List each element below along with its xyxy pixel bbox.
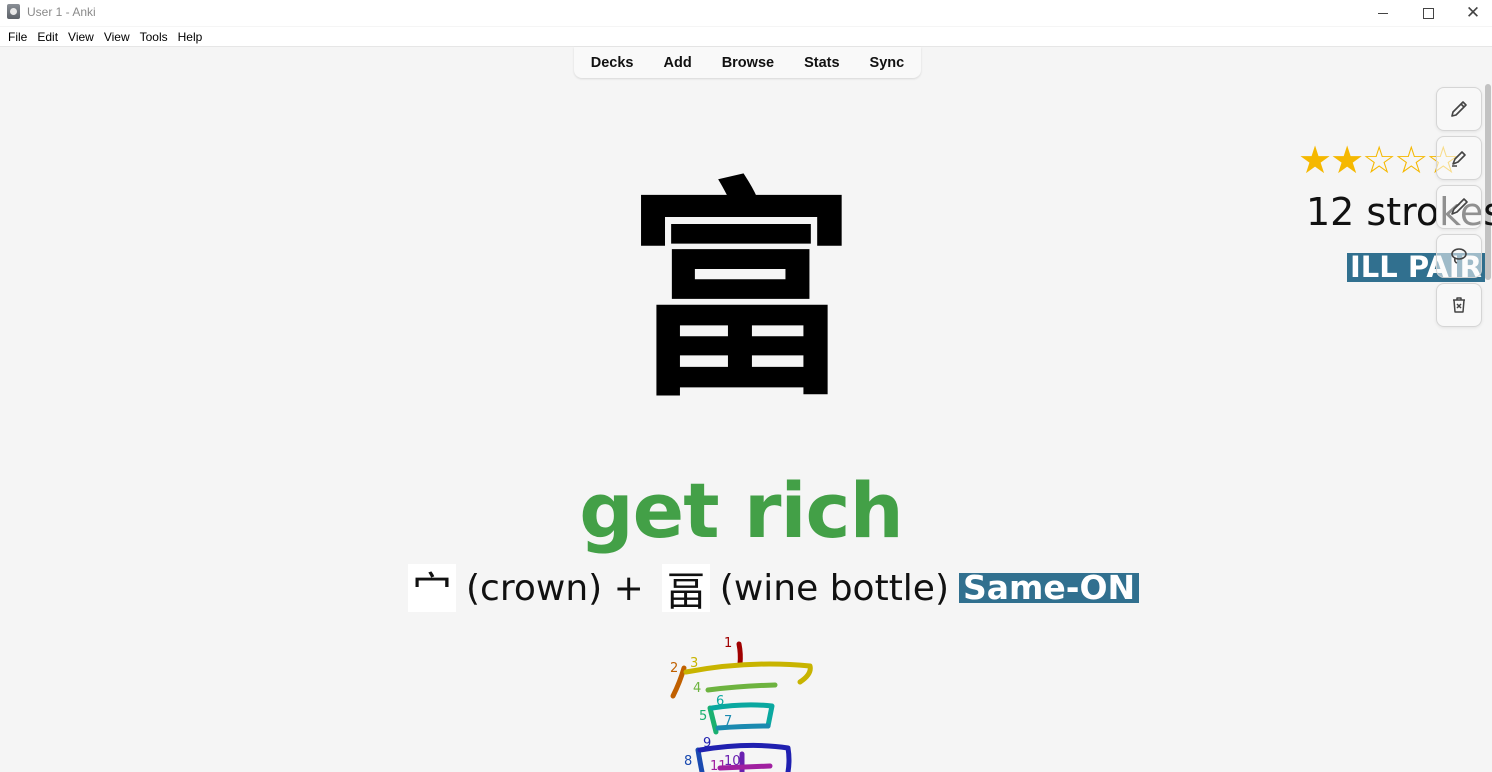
- pencil-icon: [1451, 101, 1467, 117]
- highlighter-tool-button[interactable]: [1436, 136, 1482, 180]
- browse-link[interactable]: Browse: [707, 55, 789, 71]
- menu-view-2[interactable]: View: [104, 27, 130, 46]
- stroke-number-8: 8: [684, 754, 692, 769]
- stats-link[interactable]: Stats: [789, 55, 854, 71]
- stroke-number-2: 2: [670, 661, 678, 676]
- component-label-crown: (crown) +: [466, 567, 644, 609]
- component-glyph-wine-bottle: 畐: [661, 564, 710, 615]
- add-link[interactable]: Add: [649, 55, 707, 71]
- menu-edit[interactable]: Edit: [37, 27, 58, 46]
- maximize-button[interactable]: [1405, 0, 1451, 26]
- highlighter-icon: [1452, 151, 1466, 167]
- stroke-4: [705, 682, 778, 693]
- close-icon: ✕: [1465, 2, 1481, 23]
- stroke-8: [695, 747, 705, 772]
- menu-view[interactable]: View: [68, 27, 94, 46]
- stroke-number-5: 5: [699, 709, 707, 724]
- minimize-button[interactable]: [1360, 0, 1406, 26]
- close-button[interactable]: ✕: [1450, 0, 1492, 26]
- stroke-order-diagram: 1 2 3 4 5 6 7 8 9 10 11: [660, 630, 830, 772]
- stroke-number-9: 9: [703, 736, 711, 751]
- rating-stars: ★★☆☆☆: [1298, 138, 1460, 182]
- title-bar: User 1 - Anki ✕: [0, 0, 1492, 26]
- stroke-number-6: 6: [716, 694, 724, 709]
- stroke-order-svg: 1 2 3 4 5 6 7 8 9 10 11: [670, 636, 813, 772]
- anki-app-icon: [7, 4, 20, 19]
- component-label-wine-bottle: (wine bottle): [719, 567, 949, 609]
- menu-tools[interactable]: Tools: [140, 27, 168, 46]
- kanji-meaning: get rich: [579, 466, 903, 555]
- stroke-3: [683, 661, 813, 685]
- minimize-icon: [1378, 12, 1388, 14]
- lasso-tool-button[interactable]: [1436, 234, 1482, 278]
- menu-file[interactable]: File: [8, 27, 27, 46]
- main-toolbar: Decks Add Browse Stats Sync: [574, 47, 921, 78]
- component-glyph-crown: 宀: [408, 564, 456, 615]
- lasso-icon: [1451, 248, 1467, 264]
- stroke-number-4: 4: [693, 681, 701, 696]
- delete-tool-button[interactable]: [1436, 283, 1482, 327]
- stroke-5: [707, 705, 719, 735]
- maximize-icon: [1422, 7, 1434, 19]
- kanji-components: 宀 (crown) + 畐 (wine bottle) Same-ON: [408, 563, 1140, 615]
- stroke-1: [736, 641, 743, 667]
- same-on-tag: Same-ON: [959, 571, 1140, 604]
- menu-help[interactable]: Help: [178, 27, 203, 46]
- menu-bar: File Edit View View Tools Help: [0, 27, 1492, 47]
- decks-link[interactable]: Decks: [576, 55, 649, 71]
- stroke-number-7: 7: [724, 714, 732, 729]
- window-title: User 1 - Anki: [27, 5, 96, 19]
- stroke-number-3: 3: [690, 656, 698, 671]
- kanji-character: 富: [625, 161, 856, 428]
- vertical-scrollbar[interactable]: [1485, 84, 1491, 280]
- pen-icon: [1451, 198, 1468, 215]
- sync-link[interactable]: Sync: [855, 55, 920, 71]
- stroke-number-11: 11: [710, 759, 727, 772]
- trash-icon: [1453, 297, 1465, 313]
- pen-tool-button[interactable]: [1436, 185, 1482, 229]
- stroke-number-1: 1: [724, 636, 732, 651]
- pencil-tool-button[interactable]: [1436, 87, 1482, 131]
